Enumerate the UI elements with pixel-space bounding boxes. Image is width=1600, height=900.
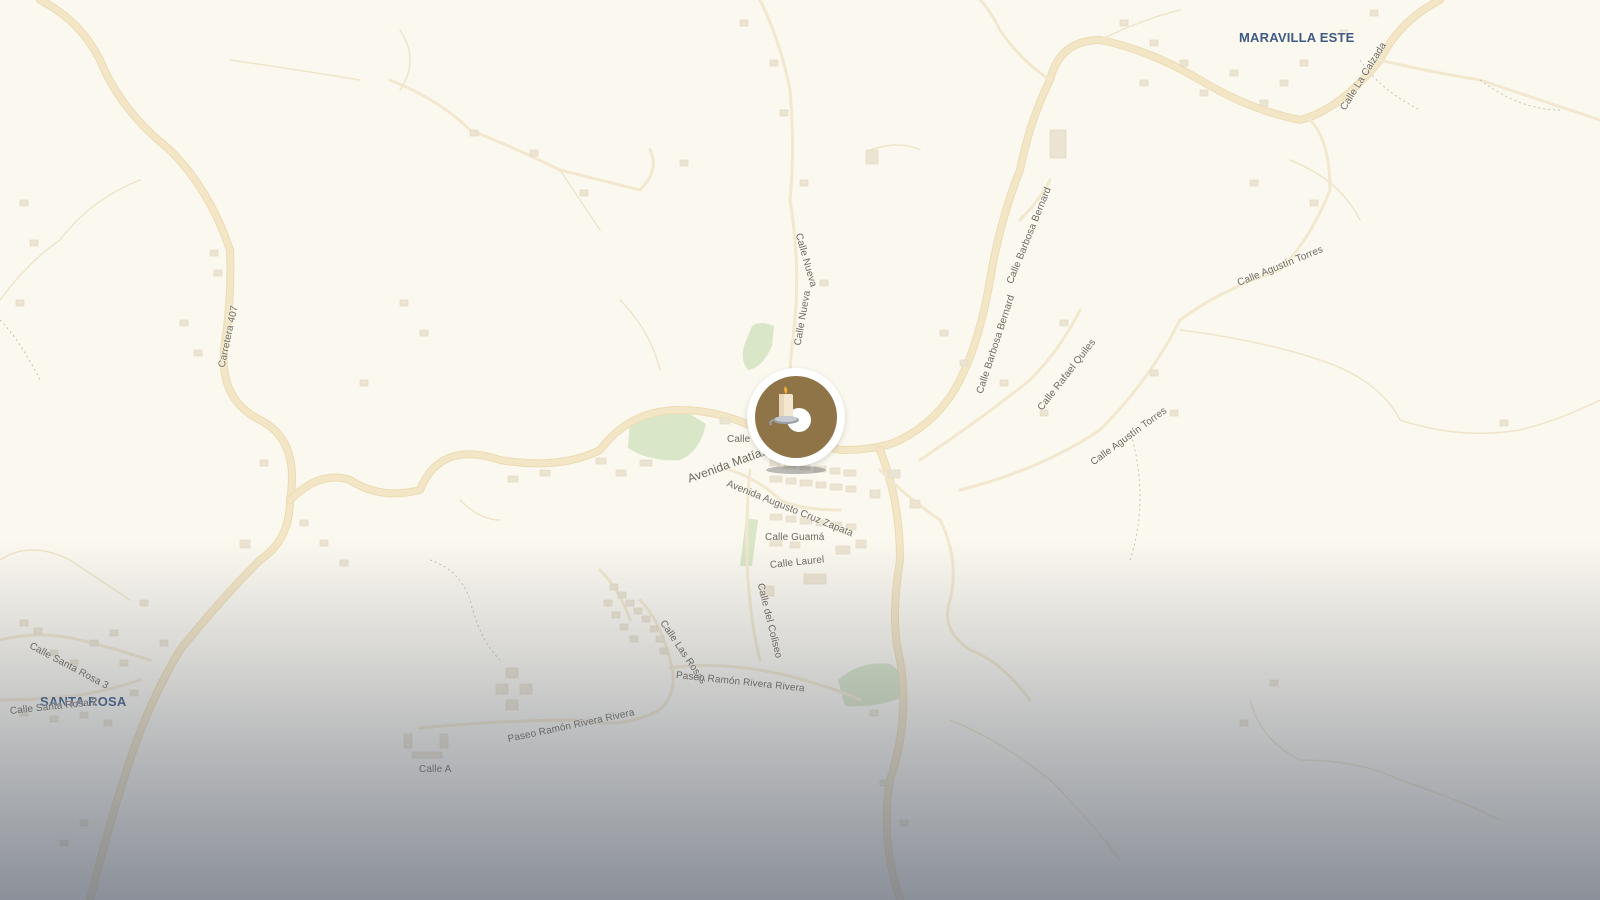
road: [869, 144, 921, 151]
marker-shadow: [766, 466, 826, 474]
street-label-calle-guama: Calle Guamá: [765, 532, 825, 543]
road: [1099, 9, 1181, 41]
trail: [429, 559, 501, 661]
road: [418, 598, 675, 730]
road: [36, 0, 296, 900]
park-area: [838, 663, 906, 707]
road: [758, 0, 799, 382]
place-label-maravilla-este: MARAVILLA ESTE: [1239, 30, 1355, 45]
road: [1249, 699, 1501, 821]
map-view[interactable]: MARAVILLA ESTE SANTA ROSA Carretera 407 …: [0, 0, 1600, 900]
road: [37, 0, 295, 900]
road: [287, 0, 1443, 503]
road: [286, 0, 1444, 504]
road: [619, 299, 661, 371]
road: [459, 499, 501, 521]
road: [0, 179, 141, 301]
road: [399, 29, 411, 91]
road: [1378, 58, 1600, 122]
park-area: [742, 323, 774, 370]
road: [388, 78, 655, 192]
road: [1289, 159, 1361, 221]
road: [0, 633, 152, 662]
road: [229, 59, 361, 81]
building-cluster: [507, 417, 921, 597]
trail: [0, 319, 41, 381]
road: [0, 549, 131, 601]
location-marker[interactable]: [747, 368, 845, 478]
street-label-calle-a: Calle A: [419, 764, 452, 775]
candle-icon: [769, 386, 811, 432]
building-cluster: [403, 667, 533, 759]
road: [949, 719, 1121, 861]
trail: [1129, 429, 1141, 561]
road: [1179, 329, 1600, 435]
road: [978, 0, 1052, 82]
park-area: [740, 518, 758, 566]
building-cluster: [603, 583, 669, 655]
